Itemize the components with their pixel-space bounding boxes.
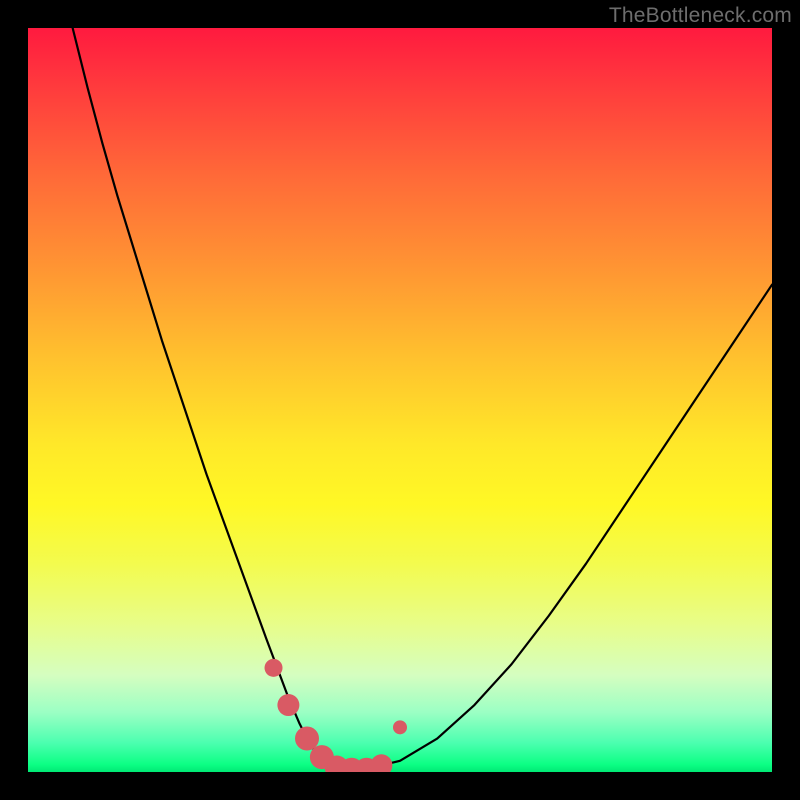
minimum-marker <box>265 659 283 677</box>
bottleneck-curve-path <box>73 28 772 770</box>
bottleneck-curve-svg <box>28 28 772 772</box>
minimum-marker <box>277 694 299 716</box>
minimum-marker <box>393 720 407 734</box>
minimum-markers-group <box>265 659 407 772</box>
minimum-marker <box>370 754 392 772</box>
plot-area <box>28 28 772 772</box>
minimum-marker <box>295 727 319 751</box>
chart-frame: TheBottleneck.com <box>0 0 800 800</box>
watermark-text: TheBottleneck.com <box>609 4 792 28</box>
